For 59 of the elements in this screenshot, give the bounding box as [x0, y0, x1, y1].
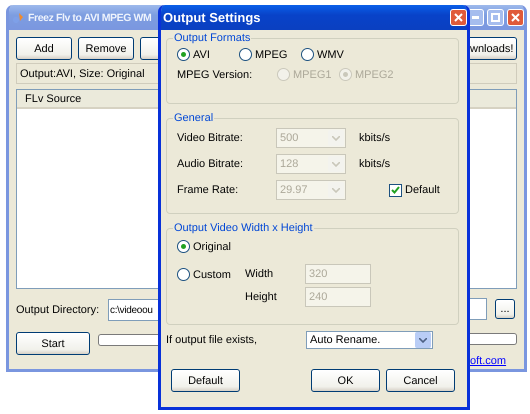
group-title: Output Formats — [173, 32, 252, 44]
dialog-button[interactable]: OK — [311, 369, 380, 392]
website-link[interactable]: oft.com — [470, 355, 506, 367]
dialog-title: Output Settings — [163, 10, 260, 25]
group-title: Output Video Width x Height — [173, 222, 314, 234]
radio-label: AVI — [193, 48, 210, 60]
radio-label: Original — [193, 240, 231, 252]
close-icon — [511, 13, 520, 22]
radio-label: MPEG2 — [355, 68, 394, 80]
app-icon — [11, 10, 25, 24]
radio-label: MPEG — [255, 48, 288, 60]
setting-label: Audio Bitrate: — [177, 158, 244, 170]
unit-label: kbits/s — [359, 132, 390, 144]
radio-label: Custom — [193, 268, 231, 280]
group-title: General — [173, 112, 214, 124]
close-button[interactable] — [450, 9, 467, 26]
progress-bar — [98, 334, 158, 346]
file-exists-label: If output file exists, — [166, 334, 258, 346]
caret-icon — [419, 338, 427, 342]
setting-label: Video Bitrate: — [177, 132, 244, 144]
downloads-button[interactable]: wnloads! — [470, 37, 517, 60]
column-header[interactable]: FLv Source — [17, 90, 158, 109]
file-list[interactable] — [470, 89, 517, 289]
toolbar-button[interactable]: Add — [16, 37, 72, 60]
output-directory-field[interactable]: c:\videoou — [108, 299, 158, 321]
browse-button[interactable]: ... — [495, 299, 515, 319]
radio-button[interactable] — [177, 268, 190, 281]
checkbox-label: Default — [405, 184, 440, 196]
radio-button[interactable] — [177, 240, 190, 253]
default-checkbox[interactable] — [389, 184, 402, 196]
toolbar-button[interactable] — [140, 37, 160, 60]
setting-label: Frame Rate: — [177, 184, 240, 196]
file-exists-dropdown[interactable]: Auto Rename. — [306, 331, 433, 349]
start-button[interactable]: Start — [16, 332, 90, 355]
close-icon — [454, 13, 463, 22]
radio-label: WMV — [317, 48, 344, 60]
dialog-button[interactable]: Default — [171, 369, 240, 392]
output-directory-label: Output Directory: — [16, 304, 100, 316]
status-field: Output:AVI, Size: Original — [16, 63, 158, 84]
dimension-label: Height — [245, 291, 278, 303]
caret-icon — [332, 162, 340, 166]
radio-label: MPEG1 — [293, 68, 332, 80]
output-directory-field[interactable] — [470, 298, 487, 320]
file-list[interactable]: FLv Source — [16, 89, 158, 289]
caret-icon — [332, 188, 340, 192]
toolbar-button[interactable]: Remove — [78, 37, 134, 60]
dimension-label: Width — [245, 268, 274, 280]
radio-button[interactable] — [177, 48, 190, 61]
minimize-icon — [472, 16, 479, 19]
radio-button[interactable] — [239, 48, 252, 61]
check-icon — [391, 186, 400, 194]
dialog-button[interactable]: Cancel — [386, 369, 455, 392]
caret-icon — [332, 136, 340, 140]
window-title: Freez Flv to AVI MPEG WM — [28, 12, 152, 24]
close-button[interactable] — [507, 9, 524, 26]
mpeg-version-label: MPEG Version: — [177, 68, 254, 80]
maximize-icon — [491, 13, 500, 22]
unit-label: kbits/s — [359, 158, 390, 170]
radio-button[interactable] — [301, 48, 314, 61]
